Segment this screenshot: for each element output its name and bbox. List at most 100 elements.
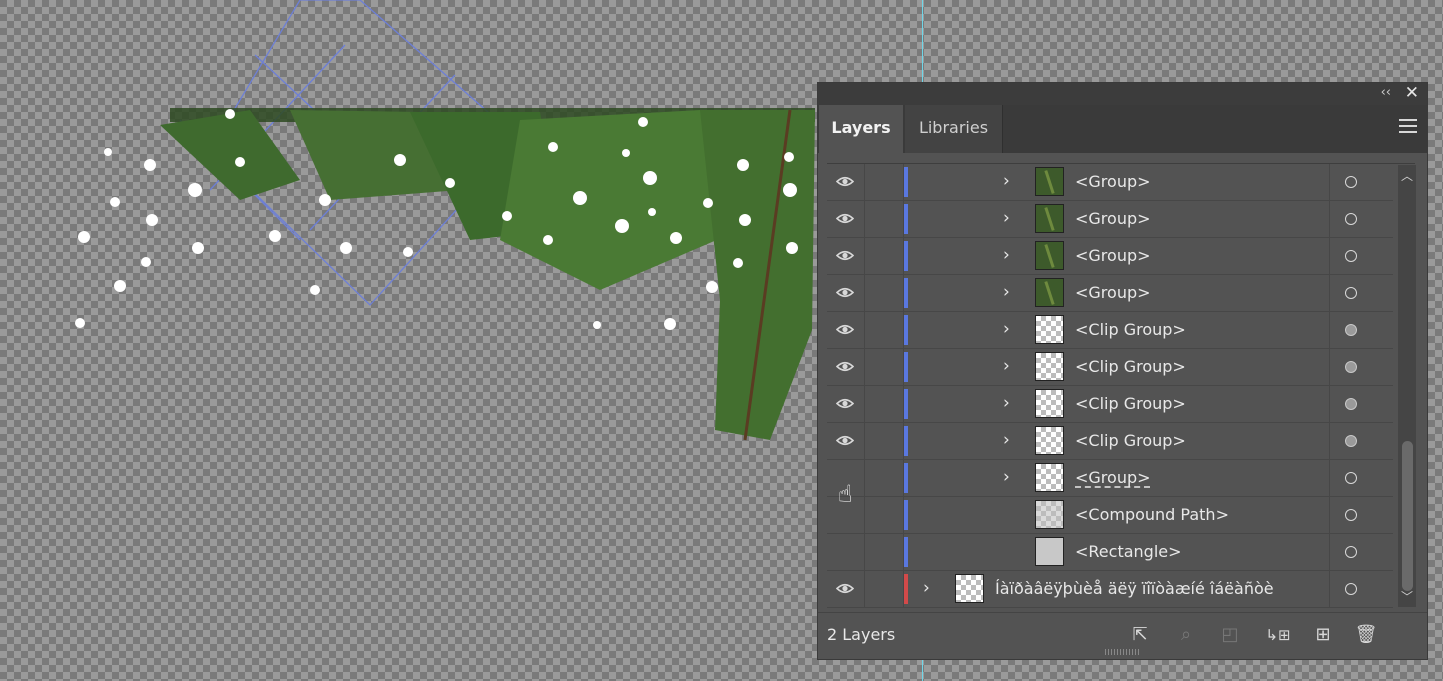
target-circle-icon[interactable] xyxy=(1345,287,1357,299)
double-chevron-left-icon[interactable]: ‹‹ xyxy=(1381,85,1391,100)
visibility-toggle[interactable] xyxy=(827,275,865,311)
target-column[interactable] xyxy=(1329,164,1392,200)
layer-row[interactable]: › Íàïðàâëÿþùèå äëÿ ïîïòàæíé îáëàñòè xyxy=(827,571,1393,608)
visibility-toggle[interactable] xyxy=(827,312,865,348)
layer-row[interactable]: › <Clip Group> xyxy=(827,423,1393,460)
visibility-toggle[interactable] xyxy=(827,201,865,237)
locate-object-icon[interactable]: ⌕ xyxy=(1174,623,1198,647)
tab-libraries[interactable]: Libraries xyxy=(905,105,1003,153)
layer-row[interactable]: › <Group> xyxy=(827,460,1393,497)
visibility-toggle[interactable] xyxy=(827,164,865,200)
visibility-toggle[interactable] xyxy=(827,571,865,607)
scrollbar-thumb[interactable] xyxy=(1402,441,1413,591)
target-column[interactable] xyxy=(1329,201,1392,237)
chevron-right-icon[interactable]: › xyxy=(1003,245,1010,265)
target-column[interactable] xyxy=(1329,423,1392,459)
target-column[interactable] xyxy=(1329,571,1392,607)
layer-row[interactable]: › <Clip Group> xyxy=(827,312,1393,349)
lock-toggle[interactable] xyxy=(865,164,904,200)
layer-row[interactable]: › <Group> xyxy=(827,275,1393,312)
new-sublayer-icon[interactable]: ↳⊞ xyxy=(1262,623,1294,647)
visibility-toggle[interactable] xyxy=(827,238,865,274)
chevron-right-icon[interactable]: › xyxy=(1003,319,1010,339)
eye-icon xyxy=(836,435,854,446)
target-column[interactable] xyxy=(1329,534,1392,570)
layer-name[interactable]: <Clip Group> xyxy=(1075,357,1186,376)
resize-grip[interactable] xyxy=(1105,649,1139,655)
trash-icon[interactable]: 🗑 xyxy=(1354,623,1378,647)
target-column[interactable] xyxy=(1329,497,1392,533)
chevron-right-icon[interactable]: › xyxy=(923,578,930,598)
panel-title-strip[interactable]: ‹‹ ✕ xyxy=(818,83,1427,105)
layer-row[interactable]: <Rectangle> xyxy=(827,534,1393,571)
close-icon[interactable]: ✕ xyxy=(1405,83,1419,103)
target-circle-icon[interactable] xyxy=(1345,176,1357,188)
target-column[interactable] xyxy=(1329,275,1392,311)
chevron-right-icon[interactable]: › xyxy=(1003,430,1010,450)
scrollbar[interactable]: ︿ ﹀ xyxy=(1398,165,1416,607)
lock-toggle[interactable] xyxy=(865,386,904,422)
target-circle-icon[interactable] xyxy=(1345,472,1357,484)
lock-toggle[interactable] xyxy=(865,201,904,237)
target-circle-icon[interactable] xyxy=(1345,435,1357,447)
tab-layers[interactable]: Layers xyxy=(819,105,903,153)
target-circle-icon[interactable] xyxy=(1345,398,1357,410)
layer-name[interactable]: <Rectangle> xyxy=(1075,542,1182,561)
target-circle-icon[interactable] xyxy=(1345,546,1357,558)
chevron-right-icon[interactable]: › xyxy=(1003,282,1010,302)
chevron-right-icon[interactable]: › xyxy=(1003,393,1010,413)
export-icon[interactable]: ⇱ xyxy=(1128,623,1152,647)
layer-row[interactable]: › <Group> xyxy=(827,164,1393,201)
target-circle-icon[interactable] xyxy=(1345,583,1357,595)
visibility-toggle[interactable] xyxy=(827,386,865,422)
lock-toggle[interactable] xyxy=(865,460,904,496)
target-circle-icon[interactable] xyxy=(1345,250,1357,262)
layer-name[interactable]: <Clip Group> xyxy=(1075,431,1186,450)
layer-row[interactable]: › <Clip Group> xyxy=(827,386,1393,423)
lock-toggle[interactable] xyxy=(865,238,904,274)
layer-row[interactable]: › <Group> xyxy=(827,201,1393,238)
chevron-right-icon[interactable]: › xyxy=(1003,208,1010,228)
target-circle-icon[interactable] xyxy=(1345,324,1357,336)
visibility-toggle[interactable] xyxy=(827,423,865,459)
target-column[interactable] xyxy=(1329,312,1392,348)
target-column[interactable] xyxy=(1329,238,1392,274)
layer-name[interactable]: Íàïðàâëÿþùèå äëÿ ïîïòàæíé îáëàñòè xyxy=(995,579,1274,598)
layer-thumbnail xyxy=(1035,204,1064,233)
layer-row[interactable]: › <Clip Group> xyxy=(827,349,1393,386)
layer-name[interactable]: <Clip Group> xyxy=(1075,320,1186,339)
layer-name[interactable]: <Group> xyxy=(1075,246,1151,265)
lock-toggle[interactable] xyxy=(865,534,904,570)
layer-row[interactable]: <Compound Path> xyxy=(827,497,1393,534)
new-layer-icon[interactable]: ⊞ xyxy=(1311,623,1335,647)
target-column[interactable] xyxy=(1329,460,1392,496)
layer-name[interactable]: <Compound Path> xyxy=(1075,505,1229,524)
target-circle-icon[interactable] xyxy=(1345,509,1357,521)
chevron-right-icon[interactable]: › xyxy=(1003,171,1010,191)
lock-toggle[interactable] xyxy=(865,275,904,311)
layer-name[interactable]: <Group> xyxy=(1075,209,1151,228)
visibility-toggle[interactable] xyxy=(827,349,865,385)
hamburger-menu-icon[interactable] xyxy=(1399,119,1417,133)
layer-name[interactable]: <Group> xyxy=(1075,468,1151,487)
lock-toggle[interactable] xyxy=(865,312,904,348)
lock-toggle[interactable] xyxy=(865,497,904,533)
target-circle-icon[interactable] xyxy=(1345,213,1357,225)
chevron-right-icon[interactable]: › xyxy=(1003,356,1010,376)
chevron-down-icon[interactable]: ﹀ xyxy=(1401,588,1413,605)
lock-toggle[interactable] xyxy=(865,571,904,607)
layer-row[interactable]: › <Group> xyxy=(827,238,1393,275)
clipping-mask-icon[interactable]: ◰ xyxy=(1218,623,1242,647)
layer-name[interactable]: <Group> xyxy=(1075,283,1151,302)
layer-name[interactable]: <Clip Group> xyxy=(1075,394,1186,413)
visibility-toggle[interactable] xyxy=(827,534,865,570)
target-column[interactable] xyxy=(1329,349,1392,385)
lock-toggle[interactable] xyxy=(865,423,904,459)
layer-color-bar xyxy=(904,537,908,567)
chevron-right-icon[interactable]: › xyxy=(1003,467,1010,487)
target-column[interactable] xyxy=(1329,386,1392,422)
layer-name[interactable]: <Group> xyxy=(1075,172,1151,191)
lock-toggle[interactable] xyxy=(865,349,904,385)
chevron-up-icon[interactable]: ︿ xyxy=(1401,167,1413,184)
target-circle-icon[interactable] xyxy=(1345,361,1357,373)
